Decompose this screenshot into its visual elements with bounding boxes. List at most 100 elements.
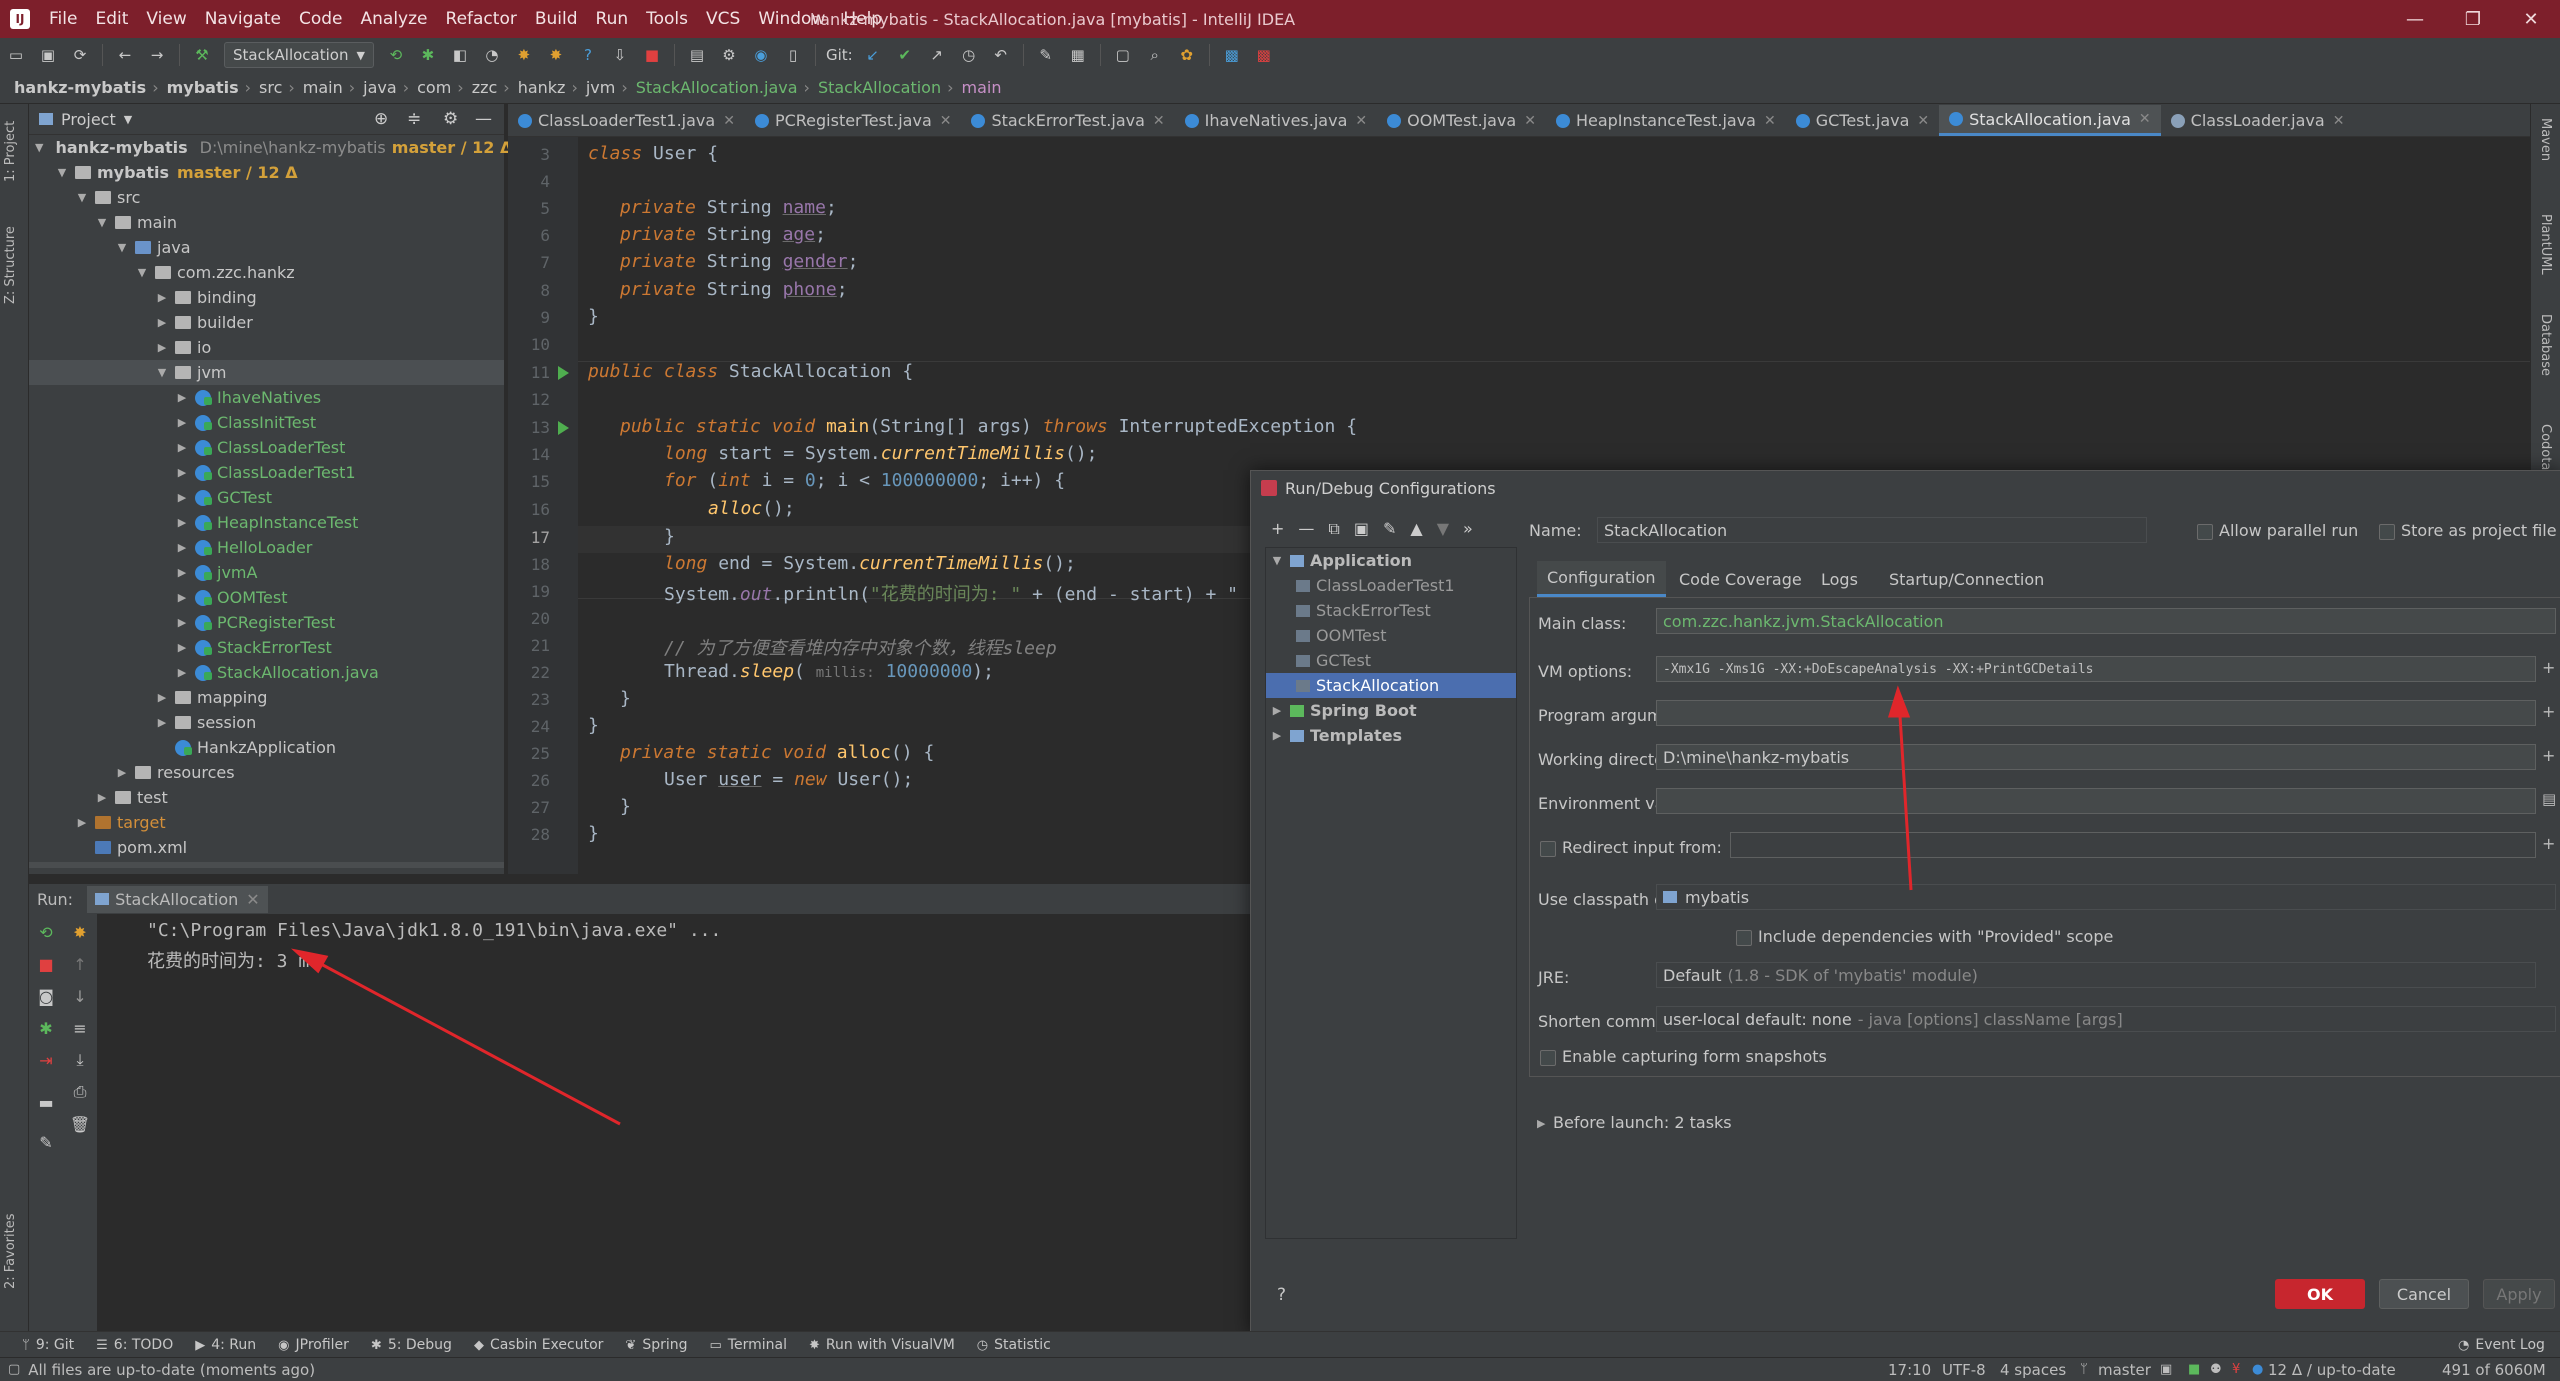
profile-icon[interactable]: ◔ (481, 44, 503, 66)
feedback-icon[interactable]: ✿ (1176, 44, 1198, 66)
config-tree-item-application[interactable]: ▼ Application (1266, 548, 1516, 573)
terminal-small-icon[interactable]: ▯ (782, 44, 804, 66)
plugin2-icon[interactable]: ✸ (545, 44, 567, 66)
jre-select[interactable]: Default (1.8 - SDK of 'mybatis' module) (1656, 962, 2536, 988)
vcs-status[interactable]: 12 Δ / up-to-date (2268, 1361, 2396, 1379)
menu-code[interactable]: Code (290, 9, 352, 29)
breadcrumb-item[interactable]: com (417, 78, 451, 97)
collapse-all-icon[interactable]: ≑ (407, 109, 421, 129)
editor-tab-stackallocation-java[interactable]: StackAllocation.java ✕ (1939, 105, 2161, 136)
collapsed-arrow-icon[interactable]: ▶ (155, 341, 169, 354)
restore-button[interactable]: ❐ (2444, 0, 2502, 38)
breadcrumb-item[interactable]: mybatis (167, 78, 239, 97)
sync-icon[interactable]: ⟳ (69, 44, 91, 66)
collapsed-arrow-icon[interactable]: ▶ (175, 491, 189, 504)
config-tree-item-classloadertest1[interactable]: ClassLoaderTest1 (1266, 573, 1516, 598)
config-tree-item-gctest[interactable]: GCTest (1266, 648, 1516, 673)
translate2-icon[interactable]: ▩ (1253, 44, 1275, 66)
redirect-input-checkbox[interactable] (1540, 841, 1556, 857)
caret-position[interactable]: 17:10 (1888, 1361, 1931, 1379)
git-update-icon[interactable]: ↙ (862, 44, 884, 66)
line-number[interactable]: 4 (508, 172, 550, 191)
line-number[interactable]: 23 (508, 690, 550, 709)
editor-tab-stackerrortest-java[interactable]: StackErrorTest.java ✕ (961, 105, 1174, 136)
collapsed-arrow-icon[interactable]: ▶ (155, 291, 169, 304)
breadcrumb-item[interactable]: hankz (518, 78, 566, 97)
tree-item-gctest[interactable]: ▶ GCTest (29, 485, 504, 510)
tree-item-test[interactable]: ▶ test (29, 785, 504, 810)
breadcrumb-item[interactable]: jvm (586, 78, 616, 97)
line-number[interactable]: 28 (508, 825, 550, 844)
close-icon[interactable]: ✕ (940, 113, 952, 129)
collapsed-arrow-icon[interactable]: ▶ (175, 466, 189, 479)
debug-bug-icon[interactable]: ✱ (36, 1018, 56, 1038)
classpath-module-select[interactable]: mybatis (1656, 884, 2556, 910)
close-icon[interactable]: ✕ (1764, 113, 1776, 129)
tree-item-resources[interactable]: ▶ resources (29, 760, 504, 785)
redirect-input-field[interactable] (1730, 832, 2536, 858)
project-view-selector[interactable]: Project (61, 110, 116, 129)
line-number[interactable]: 22 (508, 663, 550, 682)
tool-window-statistic[interactable]: ◷ Statistic (977, 1337, 1051, 1353)
collapsed-arrow-icon[interactable]: ▶ (175, 641, 189, 654)
project-structure-icon[interactable]: ▤ (686, 44, 708, 66)
locate-icon[interactable]: ⊕ (374, 109, 388, 129)
tool-window-6-todo[interactable]: ☰ 6: TODO (96, 1337, 173, 1353)
breadcrumb-item[interactable]: java (363, 78, 397, 97)
close-icon[interactable]: ✕ (1917, 113, 1929, 129)
collapsed-arrow-icon[interactable]: ▶ (155, 691, 169, 704)
wrench-icon[interactable]: ✎ (1035, 44, 1057, 66)
tree-item-jvm[interactable]: ▼ jvm (29, 360, 504, 385)
tree-module[interactable]: ▼ mybatis master / 12 Δ (29, 160, 504, 185)
status-toggle-icon[interactable]: ▢ (8, 1362, 20, 1377)
breadcrumb-item[interactable]: main (962, 78, 1002, 97)
line-number[interactable]: 25 (508, 744, 550, 763)
line-number[interactable]: 5 (508, 199, 550, 218)
tree-item-mapping[interactable]: ▶ mapping (29, 685, 504, 710)
expand-arrow-icon[interactable]: ▼ (55, 166, 69, 179)
tree-item-oomtest[interactable]: ▶ OOMTest (29, 585, 504, 610)
git-push-icon[interactable]: ↗ (926, 44, 948, 66)
inspection-icon[interactable]: ⚉ (2210, 1362, 2222, 1377)
chevron-down-icon[interactable]: ▼ (124, 113, 132, 126)
forward-icon[interactable]: → (146, 44, 168, 66)
close-icon[interactable]: ✕ (1153, 113, 1165, 129)
breadcrumb-item[interactable]: src (259, 78, 282, 97)
line-number[interactable]: 15 (508, 472, 550, 491)
camera-icon[interactable]: ◙ (36, 986, 56, 1006)
breadcrumb-item[interactable]: StackAllocation (818, 78, 941, 97)
git-rollback-icon[interactable]: ↶ (990, 44, 1012, 66)
breadcrumb-item[interactable]: main (303, 78, 343, 97)
line-number[interactable]: 26 (508, 771, 550, 790)
move-up-icon[interactable]: ▲ (1410, 519, 1422, 539)
line-number[interactable]: 20 (508, 609, 550, 628)
allow-parallel-checkbox[interactable] (2197, 524, 2213, 540)
run-tab[interactable]: StackAllocation ✕ (87, 885, 268, 913)
debug-bug-icon[interactable]: ✱ (417, 44, 439, 66)
add-icon[interactable]: + (2542, 658, 2555, 677)
help-button[interactable]: ? (1277, 1285, 1286, 1305)
indent-setting[interactable]: 4 spaces (2000, 1361, 2066, 1379)
line-number[interactable]: 8 (508, 281, 550, 300)
close-icon[interactable]: ✕ (246, 890, 259, 909)
copy-icon[interactable]: ⧉ (1328, 519, 1339, 539)
main-class-field[interactable]: com.zzc.hankz.jvm.StackAllocation (1656, 608, 2556, 634)
tree-item-stackallocation-java[interactable]: ▶ StackAllocation.java (29, 660, 504, 685)
rerun-icon[interactable]: ⟲ (385, 44, 407, 66)
breadcrumb-item[interactable]: StackAllocation.java (636, 78, 798, 97)
config-tree-item-spring-boot[interactable]: ▶ Spring Boot (1266, 698, 1516, 723)
tree-item-binding[interactable]: ▶ binding (29, 285, 504, 310)
expand-arrow-icon[interactable]: ▼ (1270, 554, 1284, 567)
collapsed-arrow-icon[interactable]: ▶ (175, 566, 189, 579)
horizontal-scrollbar[interactable] (29, 862, 504, 868)
menu-edit[interactable]: Edit (86, 9, 137, 29)
tool-window-9-git[interactable]: ᛘ 9: Git (22, 1337, 74, 1353)
tree-item-session[interactable]: ▶ session (29, 710, 504, 735)
menu-file[interactable]: File (40, 9, 86, 29)
tree-item-helloloader[interactable]: ▶ HelloLoader (29, 535, 504, 560)
close-icon[interactable]: ✕ (2333, 113, 2345, 129)
expand-arrow-icon[interactable]: ▼ (75, 191, 89, 204)
build-hammer-icon[interactable]: ⚒ (191, 44, 213, 66)
add-icon[interactable]: + (1271, 519, 1284, 539)
tree-root[interactable]: ▼ hankz-mybatis D:\mine\hankz-mybatis ma… (29, 135, 512, 160)
